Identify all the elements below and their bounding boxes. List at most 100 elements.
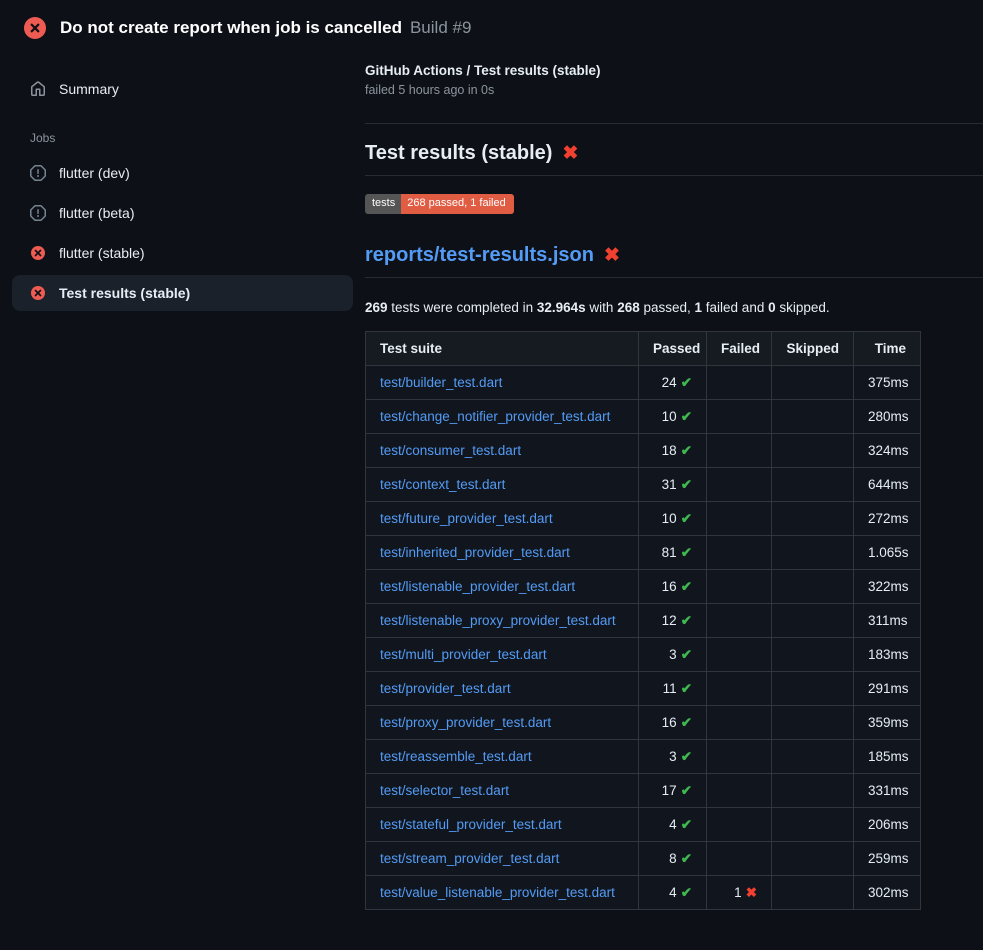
suite-link[interactable]: test/builder_test.dart xyxy=(380,375,502,390)
skipped-cell xyxy=(772,536,854,570)
time-cell: 302ms xyxy=(854,876,921,910)
time-cell: 322ms xyxy=(854,570,921,604)
check-icon: ✔ xyxy=(681,375,692,390)
time-cell: 272ms xyxy=(854,502,921,536)
check-icon: ✔ xyxy=(681,511,692,526)
time-cell: 183ms xyxy=(854,638,921,672)
table-row: test/stream_provider_test.dart8✔259ms xyxy=(366,842,921,876)
passed-cell-count: 3 xyxy=(669,647,677,662)
passed-cell-count: 16 xyxy=(662,579,677,594)
suite-cell: test/change_notifier_provider_test.dart xyxy=(366,400,639,434)
passed-cell-count: 8 xyxy=(669,851,677,866)
time-cell: 291ms xyxy=(854,672,921,706)
failed-cell xyxy=(707,434,772,468)
skipped-cell xyxy=(772,672,854,706)
suite-link[interactable]: test/future_provider_test.dart xyxy=(380,511,553,526)
check-icon: ✔ xyxy=(681,783,692,798)
suite-link[interactable]: test/selector_test.dart xyxy=(380,783,509,798)
sidebar-job-item[interactable]: flutter (stable) xyxy=(12,235,353,271)
stop-icon xyxy=(30,205,46,221)
sidebar-job-item[interactable]: flutter (beta) xyxy=(12,195,353,231)
check-icon: ✔ xyxy=(681,409,692,424)
suite-link[interactable]: test/listenable_proxy_provider_test.dart xyxy=(380,613,616,628)
sidebar-job-item[interactable]: flutter (dev) xyxy=(12,155,353,191)
skipped-cell xyxy=(772,570,854,604)
summary-segment: passed, xyxy=(640,300,695,315)
table-row: test/builder_test.dart24✔375ms xyxy=(366,366,921,400)
table-row: test/multi_provider_test.dart 3✔ 183ms xyxy=(366,638,921,672)
passed-cell: 10 ✔ xyxy=(639,400,707,434)
check-icon: ✔ xyxy=(681,749,692,764)
time-cell: 1.065s xyxy=(854,536,921,570)
jobs-heading: Jobs xyxy=(12,105,353,155)
passed-cell: 17✔ xyxy=(639,774,707,808)
suite-link[interactable]: test/context_test.dart xyxy=(380,477,505,492)
failed-cell xyxy=(707,672,772,706)
check-icon: ✔ xyxy=(681,817,692,832)
suite-link[interactable]: test/listenable_provider_test.dart xyxy=(380,579,575,594)
skipped-cell xyxy=(772,502,854,536)
passed-cell-count: 24 xyxy=(662,375,677,390)
skipped-cell xyxy=(772,638,854,672)
table-row: test/change_notifier_provider_test.dart 1… xyxy=(366,400,921,434)
job-item-label: flutter (dev) xyxy=(59,165,130,181)
suite-link[interactable]: test/provider_test.dart xyxy=(380,681,511,696)
suite-link[interactable]: test/reassemble_test.dart xyxy=(380,749,532,764)
summary-segment: skipped. xyxy=(776,300,830,315)
suite-link[interactable]: test/inherited_provider_test.dart xyxy=(380,545,570,560)
suite-cell: test/stream_provider_test.dart xyxy=(366,842,639,876)
suite-cell: test/future_provider_test.dart xyxy=(366,502,639,536)
suite-link[interactable]: test/change_notifier_provider_test.dart xyxy=(380,409,610,424)
suite-link[interactable]: test/consumer_test.dart xyxy=(380,443,521,458)
skipped-cell xyxy=(772,842,854,876)
suite-link[interactable]: test/proxy_provider_test.dart xyxy=(380,715,551,730)
passed-cell-count: 11 xyxy=(663,681,677,696)
suite-cell: test/proxy_provider_test.dart xyxy=(366,706,639,740)
passed-cell: 11 ✔ xyxy=(639,672,707,706)
time-cell: 259ms xyxy=(854,842,921,876)
skipped-cell xyxy=(772,740,854,774)
summary-segment: with xyxy=(586,300,618,315)
column-header: Failed xyxy=(707,332,772,366)
app-header: Do not create report when job is cancell… xyxy=(0,0,983,53)
passed-cell-count: 12 xyxy=(662,613,677,628)
passed-cell: 3✔ xyxy=(639,638,707,672)
suite-link[interactable]: test/value_listenable_provider_test.dart xyxy=(380,885,615,900)
suite-link[interactable]: test/stateful_provider_test.dart xyxy=(380,817,562,832)
skipped-cell xyxy=(772,774,854,808)
failed-x-icon: ✖ xyxy=(604,246,620,265)
passed-cell-count: 31 xyxy=(662,477,677,492)
column-header: Time xyxy=(854,332,921,366)
badge-value: 268 passed, 1 failed xyxy=(401,194,513,214)
skipped-cell xyxy=(772,808,854,842)
table-row: test/proxy_provider_test.dart16✔359ms xyxy=(366,706,921,740)
suite-cell: test/inherited_provider_test.dart xyxy=(366,536,639,570)
summary-segment: tests were completed in xyxy=(388,300,537,315)
suite-link[interactable]: test/multi_provider_test.dart xyxy=(380,647,547,662)
passed-cell: 31✔ xyxy=(639,468,707,502)
results-table: Test suitePassedFailedSkippedTime test/b… xyxy=(365,331,921,910)
column-header: Passed xyxy=(639,332,707,366)
sidebar-summary-label: Summary xyxy=(59,81,119,97)
passed-cell: 18✔ xyxy=(639,434,707,468)
job-item-label: flutter (stable) xyxy=(59,245,145,261)
skipped-cell xyxy=(772,604,854,638)
time-cell: 324ms xyxy=(854,434,921,468)
tests-status-badge: tests 268 passed, 1 failed xyxy=(365,194,514,214)
suite-cell: test/stateful_provider_test.dart xyxy=(366,808,639,842)
report-file-link[interactable]: reports/test-results.json xyxy=(365,244,594,267)
suite-link[interactable]: test/stream_provider_test.dart xyxy=(380,851,559,866)
passed-cell-count: 81 xyxy=(662,545,677,560)
table-row: test/provider_test.dart 11 ✔ 291ms xyxy=(366,672,921,706)
sidebar-item-summary[interactable]: Summary xyxy=(12,73,353,105)
sidebar-job-item[interactable]: Test results (stable) xyxy=(12,275,353,311)
job-list: flutter (dev) flutter (beta) flutter (st… xyxy=(12,155,353,311)
section-title-row: Test results (stable) ✖ xyxy=(365,142,983,176)
skipped-cell xyxy=(772,400,854,434)
check-icon: ✔ xyxy=(681,681,692,696)
passed-cell-count: 10 xyxy=(662,409,677,424)
skipped-cell xyxy=(772,468,854,502)
column-header: Test suite xyxy=(366,332,639,366)
passed-cell-count: 4 xyxy=(669,817,677,832)
suite-cell: test/context_test.dart xyxy=(366,468,639,502)
